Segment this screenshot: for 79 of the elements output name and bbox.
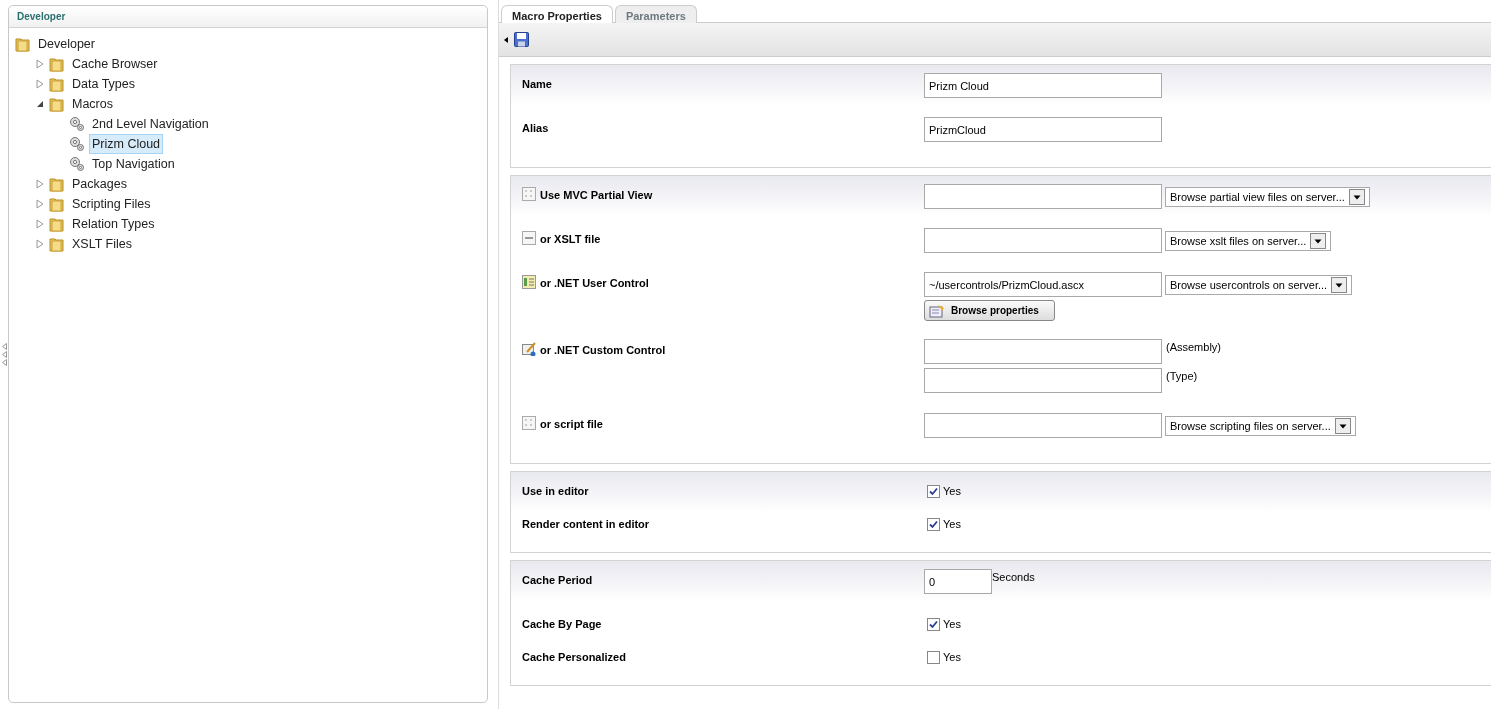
checkbox[interactable]: [927, 617, 940, 631]
unit-label: Seconds: [992, 570, 1035, 585]
tab[interactable]: Parameters: [614, 5, 697, 23]
gears-icon: [69, 156, 85, 172]
dropdown-caret-icon: [1310, 233, 1327, 249]
edit-document-icon: [522, 342, 536, 356]
expanded-triangle-icon[interactable]: [35, 99, 45, 109]
tree-item[interactable]: Scripting Files: [69, 193, 154, 215]
checkbox-label: Yes: [943, 617, 961, 632]
checkbox[interactable]: [927, 650, 940, 664]
text-field[interactable]: PrizmCloud: [924, 117, 1162, 142]
folder-icon: [49, 176, 65, 192]
field-label: Alias: [522, 121, 549, 136]
checkbox-label: Yes: [943, 517, 961, 532]
tree-item[interactable]: Packages: [69, 173, 130, 195]
field-suffix: (Type): [1165, 369, 1198, 384]
dropdown-caret-icon: [1334, 418, 1351, 434]
checkbox-label: Yes: [943, 650, 961, 665]
properties-icon: [929, 303, 945, 318]
text-field[interactable]: [924, 228, 1162, 253]
checkbox-label: Yes: [943, 484, 961, 499]
collapsed-triangle-icon[interactable]: [35, 79, 45, 89]
control-list-icon: [522, 275, 536, 289]
text-field[interactable]: [924, 184, 1162, 209]
folder-icon: [49, 196, 65, 212]
field-label: or .NET Custom Control: [540, 343, 666, 358]
folder-icon: [15, 36, 31, 52]
dropdown-caret-icon: [1331, 277, 1348, 293]
gears-icon: [69, 116, 85, 132]
field-label: Cache Period: [522, 573, 593, 588]
collapsed-triangle-icon[interactable]: [35, 59, 45, 69]
collapsed-triangle-icon[interactable]: [35, 239, 45, 249]
field-suffix: (Assembly): [1165, 340, 1221, 355]
text-field[interactable]: [924, 413, 1162, 438]
text-field[interactable]: 0: [924, 569, 992, 594]
tree-item[interactable]: Top Navigation: [89, 153, 178, 175]
script-file-icon: [522, 416, 536, 430]
panel-title: Developer: [9, 6, 487, 28]
field-label: or XSLT file: [540, 232, 601, 247]
tree-item[interactable]: Cache Browser: [69, 53, 161, 75]
tree-item[interactable]: XSLT Files: [69, 233, 135, 255]
dropdown[interactable]: Browse partial view files on server...: [1165, 187, 1370, 207]
folder-icon: [49, 76, 65, 92]
view-file-icon: [522, 187, 536, 201]
collapse-arrow-icon: [504, 36, 508, 43]
tree-item[interactable]: Prizm Cloud: [89, 133, 164, 155]
dropdown[interactable]: Browse xslt files on server...: [1165, 231, 1332, 251]
tree-item[interactable]: 2nd Level Navigation: [89, 113, 212, 135]
field-label: Use MVC Partial View: [540, 188, 653, 203]
field-label: Render content in editor: [522, 517, 650, 532]
save-icon[interactable]: [514, 32, 529, 47]
collapsed-triangle-icon[interactable]: [35, 199, 45, 209]
tree-item[interactable]: Data Types: [69, 73, 138, 95]
folder-icon: [49, 96, 65, 112]
folder-icon: [49, 216, 65, 232]
checkbox[interactable]: [927, 484, 940, 498]
text-field[interactable]: ~/usercontrols/PrizmCloud.ascx: [924, 272, 1162, 297]
field-label: Cache By Page: [522, 617, 602, 632]
browse-properties-button[interactable]: Browse properties: [924, 300, 1055, 321]
field-label: or script file: [540, 417, 603, 432]
collapsed-triangle-icon[interactable]: [35, 179, 45, 189]
tree-item[interactable]: Macros: [69, 93, 116, 115]
folder-icon: [49, 56, 65, 72]
dropdown-caret-icon: [1348, 189, 1365, 205]
field-label: or .NET User Control: [540, 276, 649, 291]
gears-icon: [69, 136, 85, 152]
collapsed-triangle-icon[interactable]: [35, 219, 45, 229]
tree-item[interactable]: Developer: [35, 33, 98, 55]
field-label: Use in editor: [522, 484, 589, 499]
folder-icon: [49, 236, 65, 252]
text-field[interactable]: Prizm Cloud: [924, 73, 1162, 98]
field-label: Cache Personalized: [522, 650, 626, 665]
text-field[interactable]: [924, 368, 1162, 393]
field-label: Name: [522, 77, 552, 92]
tree-item[interactable]: Relation Types: [69, 213, 158, 235]
dropdown[interactable]: Browse usercontrols on server...: [1165, 275, 1353, 295]
dropdown[interactable]: Browse scripting files on server...: [1165, 416, 1356, 436]
text-field[interactable]: [924, 339, 1162, 364]
checkbox[interactable]: [927, 517, 940, 531]
